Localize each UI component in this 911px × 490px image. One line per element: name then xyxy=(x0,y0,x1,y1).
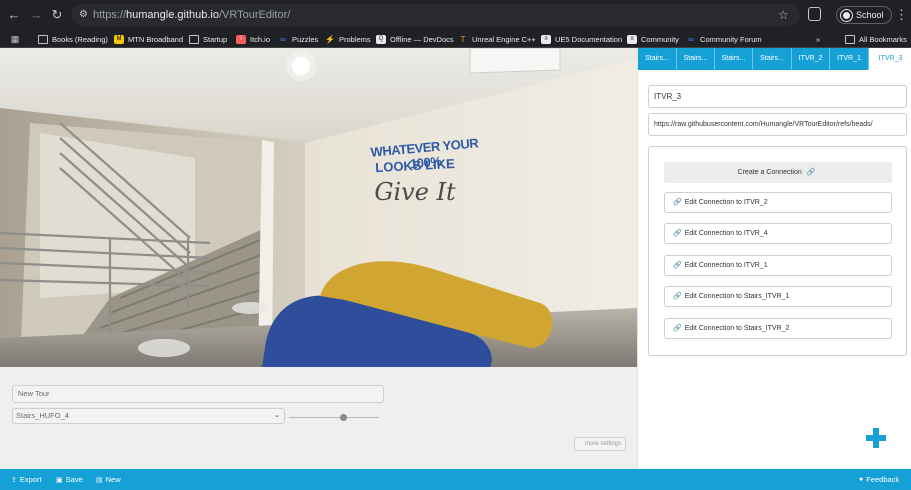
scene-tabs: Stairs... Stairs... Stairs... Stairs... … xyxy=(638,48,911,70)
create-connection-button[interactable]: Create a Connection 🔗 xyxy=(664,162,892,183)
itchio-icon: i xyxy=(236,34,246,44)
tab-scene-4[interactable]: Stairs... xyxy=(753,48,792,70)
tour-name-input[interactable]: New Tour xyxy=(12,385,384,403)
tab-scene-1[interactable]: Stairs... xyxy=(638,48,677,70)
tab-scene-3[interactable]: Stairs... xyxy=(715,48,753,70)
chevron-down-icon: ⌄ xyxy=(274,412,280,419)
bookmarks-overflow[interactable]: » xyxy=(816,30,820,48)
link-icon: 🔗 xyxy=(673,230,682,237)
edit-connection-label: Edit Connection to ITVR_2 xyxy=(684,199,768,206)
wall-text-line-3: Give It xyxy=(374,178,456,206)
address-bar[interactable]: ⚙ https://humangle.github.io/VRTourEdito… xyxy=(71,4,800,26)
feedback-label: Feedback xyxy=(866,475,900,484)
bookmark-problems[interactable]: ⚡ Problems xyxy=(325,30,371,48)
tab-itvr-1[interactable]: ITVR_1 xyxy=(830,48,869,70)
url-text[interactable]: https://humangle.github.io/VRTourEditor/ xyxy=(93,8,290,22)
profile-label: School xyxy=(856,10,884,20)
connections-panel: Create a Connection 🔗 🔗 Edit Connection t… xyxy=(648,146,907,356)
scene-panel: Stairs... Stairs... Stairs... Stairs... … xyxy=(637,48,911,469)
puzzles-icon: ∞ xyxy=(280,34,286,44)
edit-connection-label: Edit Connection to Stairs_ITVR_2 xyxy=(684,325,790,332)
extensions-icon[interactable] xyxy=(808,7,821,21)
edit-connection-button[interactable]: 🔗 Edit Connection to Stairs_ITVR_2 xyxy=(664,318,892,339)
apps-icon[interactable]: ▦ xyxy=(10,30,20,48)
zoom-slider-thumb[interactable] xyxy=(339,414,347,421)
tab-scene-2[interactable]: Stairs... xyxy=(677,48,715,70)
new-file-icon: ▤ xyxy=(96,476,103,484)
problems-icon: ⚡ xyxy=(325,34,335,44)
bookmark-books[interactable]: Books (Reading) xyxy=(38,30,108,48)
zoom-slider[interactable] xyxy=(289,417,379,418)
edit-connection-button[interactable]: 🔗 Edit Connection to ITVR_2 xyxy=(664,192,892,213)
scene-select-value: Stairs_HUFO_4 xyxy=(16,411,69,420)
reload-icon[interactable]: ↻ xyxy=(49,7,65,23)
export-label: Export xyxy=(19,475,42,484)
mtn-icon: M xyxy=(114,34,124,44)
new-label: New xyxy=(105,475,121,484)
save-icon: ▣ xyxy=(56,476,63,484)
save-button[interactable]: ▣ Save xyxy=(56,469,83,490)
community-icon: ≡ xyxy=(627,34,637,44)
export-icon: ⇪ xyxy=(11,476,17,484)
link-icon: 🔗 xyxy=(673,293,682,300)
footer-bar: ⇪ Export ▣ Save ▤ New ● Feedback xyxy=(0,469,911,490)
tab-itvr-3[interactable]: ITVR_3 xyxy=(869,48,911,70)
more-settings-button[interactable]: more settings xyxy=(574,437,626,451)
bookmark-devdocs[interactable]: Q Offline — DevDocs xyxy=(376,30,454,48)
scene-select[interactable]: Stairs_HUFO_4 ⌄ xyxy=(12,408,285,424)
bookmark-star-icon[interactable]: ☆ xyxy=(778,7,789,23)
bookmark-ue5-docs[interactable]: ≡ UE5 Documentation xyxy=(541,30,622,48)
edit-connection-label: Edit Connection to ITVR_1 xyxy=(684,262,768,269)
chat-icon: ● xyxy=(859,476,864,483)
edit-connection-label: Edit Connection to Stairs_ITVR_1 xyxy=(684,293,790,300)
add-scene-icon[interactable] xyxy=(866,428,886,448)
tab-itvr-2[interactable]: ITVR_2 xyxy=(792,48,830,70)
image-url-input[interactable]: https://raw.githubusercontent.com/Humang… xyxy=(648,113,907,136)
back-icon[interactable]: ← xyxy=(6,7,22,23)
forum-icon: ∞ xyxy=(688,34,694,44)
edit-connection-button[interactable]: 🔗 Edit Connection to Stairs_ITVR_1 xyxy=(664,286,892,307)
devdocs-icon: Q xyxy=(376,34,386,44)
panorama-viewer[interactable]: WHATEVER YOUR 100% LOOKS LIKE Give It xyxy=(0,48,637,367)
bookmark-unreal[interactable]: T Unreal Engine C++ xyxy=(458,30,536,48)
create-connection-label: Create a Connection xyxy=(737,169,802,176)
edit-connection-button[interactable]: 🔗 Edit Connection to ITVR_4 xyxy=(664,223,892,244)
all-bookmarks[interactable]: All Bookmarks xyxy=(845,30,907,48)
edit-connection-button[interactable]: 🔗 Edit Connection to ITVR_1 xyxy=(664,255,892,276)
bookmark-startup[interactable]: Startup xyxy=(189,30,227,48)
site-settings-icon[interactable]: ⚙ xyxy=(79,8,91,22)
forward-icon[interactable]: → xyxy=(28,7,44,23)
bookmark-puzzles[interactable]: ∞ Puzzles xyxy=(278,30,318,48)
edit-connection-label: Edit Connection to ITVR_4 xyxy=(684,230,768,237)
feedback-button[interactable]: ● Feedback xyxy=(859,469,899,490)
avatar xyxy=(841,9,852,21)
bookmark-community-forum[interactable]: ∞ Community Forum xyxy=(686,30,762,48)
link-icon: 🔗 xyxy=(806,169,816,176)
new-button[interactable]: ▤ New xyxy=(96,469,121,490)
link-icon: 🔗 xyxy=(673,262,682,269)
folder-icon xyxy=(189,34,199,44)
save-label: Save xyxy=(65,475,83,484)
export-button[interactable]: ⇪ Export xyxy=(11,469,42,490)
link-icon: 🔗 xyxy=(673,199,682,206)
bookmark-itchio[interactable]: i Itch.io xyxy=(236,30,270,48)
folder-icon xyxy=(38,34,48,44)
more-menu-icon[interactable]: ⋮ xyxy=(895,7,908,23)
scene-name-input[interactable]: ITVR_3 xyxy=(648,85,907,108)
bookmark-community[interactable]: ≡ Community xyxy=(627,30,679,48)
folder-icon xyxy=(845,34,855,44)
bookmark-mtn[interactable]: M MTN Broadband xyxy=(114,30,183,48)
browser-toolbar: ← → ↻ ⚙ https://humangle.github.io/VRTou… xyxy=(0,0,911,30)
panorama-image xyxy=(0,48,637,367)
bookmarks-bar: ▦ Books (Reading) M MTN Broadband Startup… xyxy=(0,30,911,48)
profile-button[interactable]: School xyxy=(836,6,892,24)
link-icon: 🔗 xyxy=(673,325,682,332)
ue5-docs-icon: ≡ xyxy=(541,34,551,44)
unreal-icon: T xyxy=(460,34,466,44)
tour-settings: New Tour Stairs_HUFO_4 ⌄ more settings xyxy=(0,367,637,469)
